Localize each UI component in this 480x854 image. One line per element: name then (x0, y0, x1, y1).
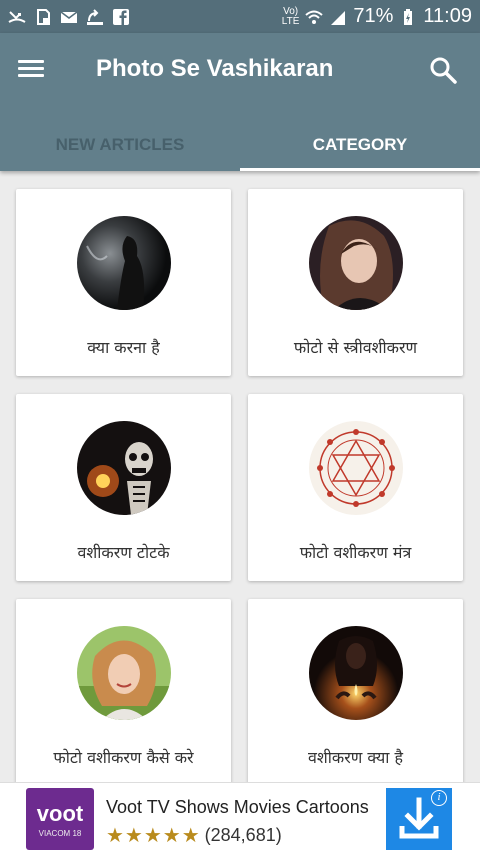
dark-silhouette-photo (76, 216, 171, 310)
ad-title: Voot TV Shows Movies Cartoons (106, 797, 369, 817)
sd-card-icon (37, 8, 50, 25)
category-grid: क्या करना है फोटो से स्त्रीवशीकरण वशीकरण… (16, 189, 464, 786)
tab-new-articles[interactable]: NEW ARTICLES (0, 119, 240, 171)
signal-icon (331, 10, 346, 25)
ad-rating: ★★★★★ (284,681) (106, 823, 282, 848)
category-label: वशीकरण क्या है (308, 748, 403, 767)
info-icon[interactable]: i (431, 790, 447, 806)
battery-percent: 71% (353, 5, 394, 27)
category-label: फोटो से स्त्रीवशीकरण (293, 338, 418, 357)
facebook-icon (113, 8, 129, 25)
woman-portrait-photo (308, 216, 403, 310)
category-card[interactable]: वशीकरण क्या है (248, 599, 463, 786)
email-icon (60, 10, 78, 23)
search-icon[interactable] (428, 55, 458, 85)
app-title: Photo Se Vashikaran (96, 55, 334, 82)
category-card[interactable]: वशीकरण टोटके (16, 394, 231, 581)
category-card[interactable]: फोटो वशीकरण मंत्र (248, 394, 463, 581)
voot-logo: voot VIACOM 18 (26, 788, 94, 850)
hamburger-menu-icon[interactable] (18, 56, 46, 84)
rating-count: (284,681) (204, 825, 282, 845)
status-bar: Vo) LTE 71% 11:09 (0, 0, 480, 33)
battery-icon (404, 8, 413, 25)
clock: 11:09 (423, 5, 472, 27)
yantra-diagram-photo (308, 421, 403, 515)
tab-bar: NEW ARTICLES CATEGORY (0, 119, 480, 171)
volte-indicator: Vo) LTE (281, 5, 300, 27)
category-label: क्या करना है (87, 338, 160, 357)
category-card[interactable]: क्या करना है (16, 189, 231, 376)
skeleton-candle-photo (76, 421, 171, 515)
missed-call-icon (8, 10, 26, 23)
rating-stars: ★★★★★ (106, 825, 201, 847)
call-forward-icon (87, 8, 103, 25)
smiling-woman-photo (76, 626, 171, 720)
category-label: फोटो वशीकरण मंत्र (299, 543, 412, 562)
category-card[interactable]: फोटो से स्त्रीवशीकरण (248, 189, 463, 376)
category-label: फोटो वशीकरण कैसे करे (53, 748, 194, 767)
wifi-icon (305, 10, 324, 24)
category-card[interactable]: फोटो वशीकरण कैसे करे (16, 599, 231, 786)
app-bar: Photo Se Vashikaran NEW ARTICLES CATEGOR… (0, 33, 480, 171)
category-label: वशीकरण टोटके (77, 543, 170, 562)
tab-category[interactable]: CATEGORY (240, 119, 480, 171)
candle-ritual-photo (308, 626, 403, 720)
ad-banner[interactable]: voot VIACOM 18 Voot TV Shows Movies Cart… (0, 782, 480, 854)
